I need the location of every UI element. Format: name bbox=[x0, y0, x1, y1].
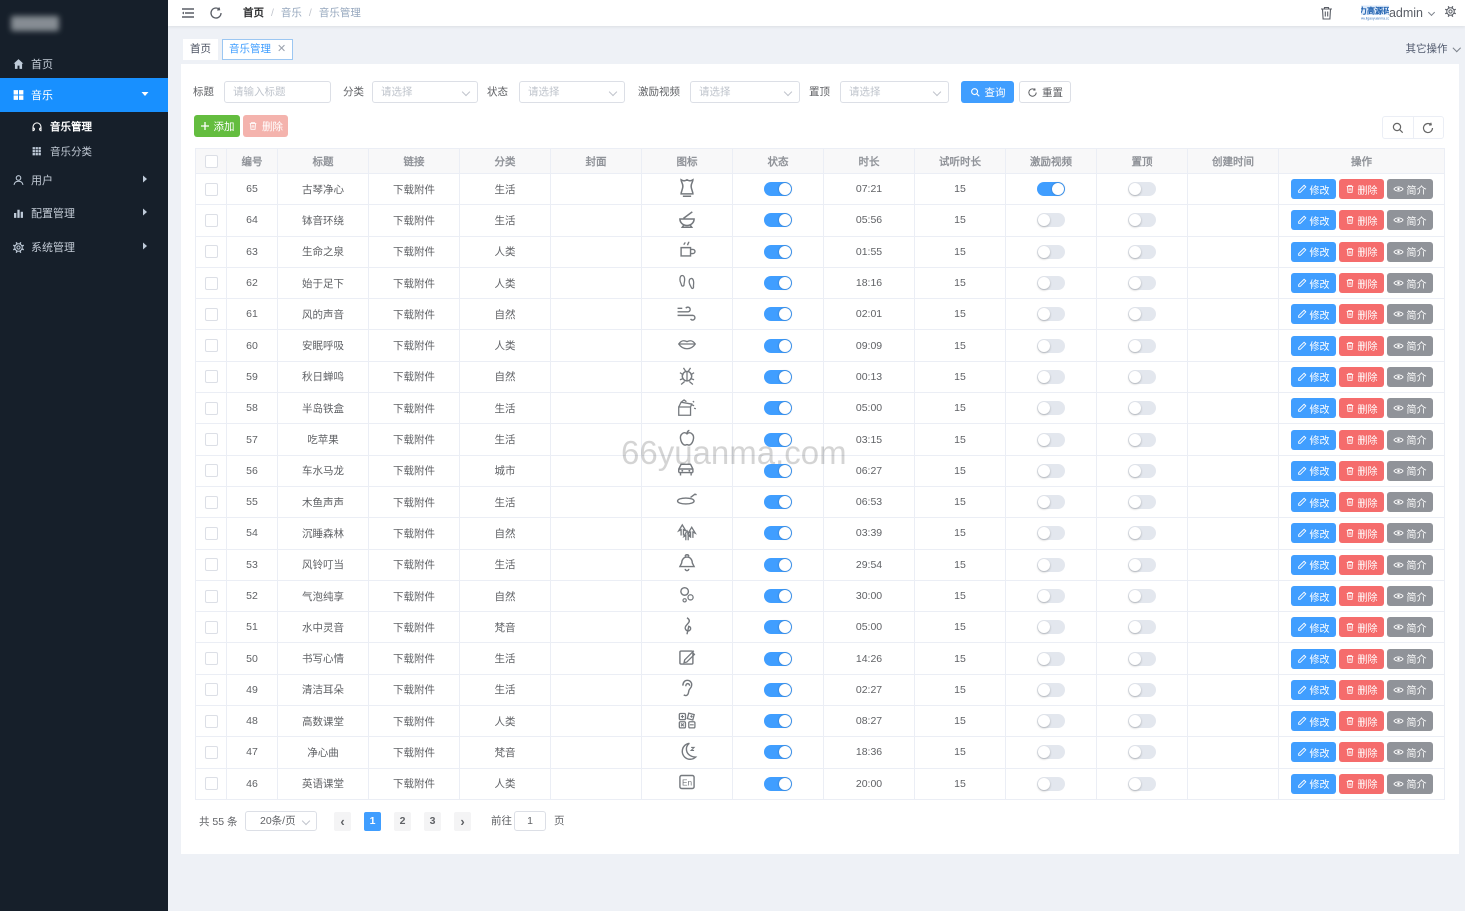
svg-text:www.ligaoyuanma.com: www.ligaoyuanma.com bbox=[1361, 17, 1389, 21]
svg-text:En: En bbox=[682, 779, 693, 788]
svg-text:力高源码: 力高源码 bbox=[1361, 5, 1389, 15]
